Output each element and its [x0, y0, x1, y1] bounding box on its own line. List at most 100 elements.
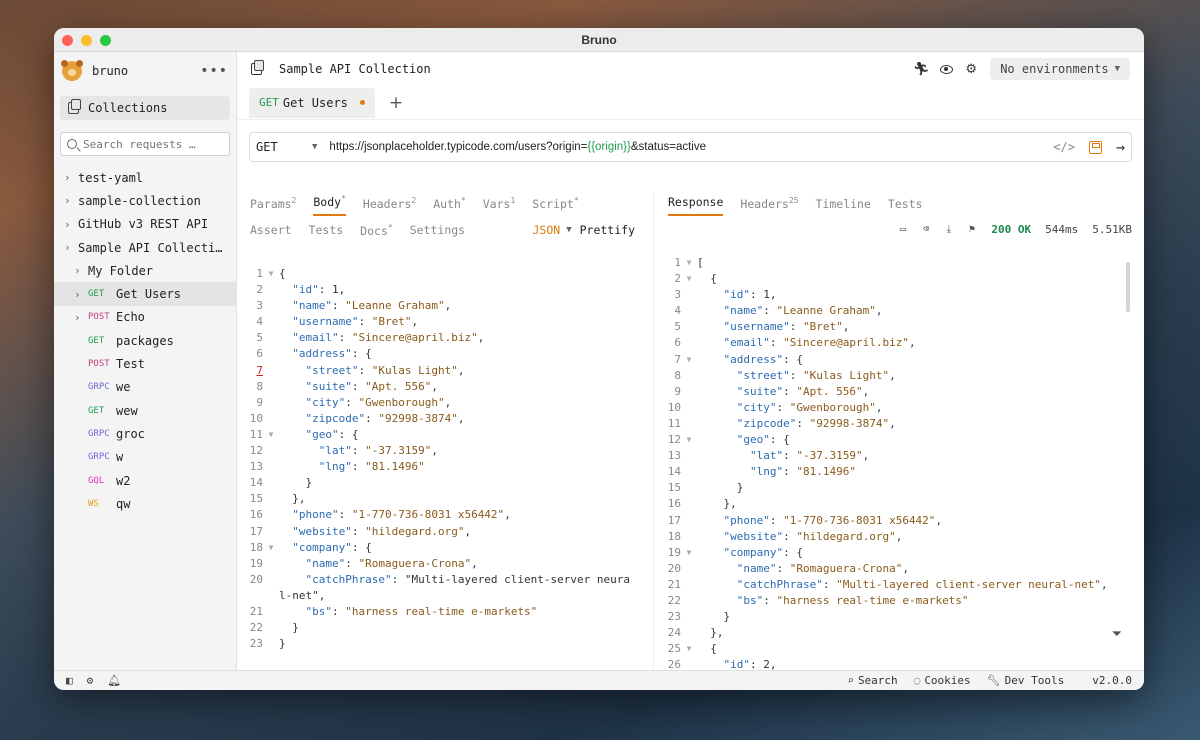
workspace-header[interactable]: bruno ••• [54, 52, 236, 90]
code-line: 2 "id": 1, [237, 282, 653, 298]
environment-select[interactable]: No environments ▼ [990, 58, 1130, 80]
tab-timeline[interactable]: Timeline [816, 197, 871, 216]
sidebar-item[interactable]: ›GRPCgroc [54, 422, 236, 445]
tab-get-users[interactable]: GET Get Users [249, 87, 375, 118]
prettify-button[interactable]: Prettify [580, 223, 635, 237]
layout-icon[interactable]: ▭ [897, 224, 908, 235]
more-options-icon[interactable]: ••• [200, 63, 228, 79]
tab-headers[interactable]: Headers2 [363, 196, 416, 216]
tab-params[interactable]: Params2 [250, 196, 296, 216]
tab-headers[interactable]: Headers25 [740, 196, 798, 216]
tab-tests[interactable]: Tests [888, 197, 923, 216]
code-text: }, [697, 626, 724, 640]
sidebar-item-label: we [116, 380, 131, 395]
fold-toggle-icon[interactable]: ▼ [681, 271, 697, 287]
sidebar-item[interactable]: ›WSqw [54, 492, 236, 515]
tab-tests[interactable]: Tests [309, 223, 344, 238]
cookies-button[interactable]: ◌ Cookies [914, 674, 971, 687]
fold-toggle-icon [681, 400, 697, 416]
devtools-button[interactable]: 🔧︎ Dev Tools [987, 674, 1065, 687]
chevron-right-icon: › [64, 171, 71, 185]
sidebar-item[interactable]: › test-yaml [54, 166, 236, 189]
fold-toggle-icon[interactable]: ▼ [263, 427, 279, 443]
response-scrollbar[interactable] [1126, 262, 1130, 312]
search-icon [67, 139, 77, 149]
sidebar-item[interactable]: › POST Echo [54, 306, 236, 329]
fold-toggle-icon [681, 513, 697, 529]
sidebar-item[interactable]: › GitHub v3 REST API [54, 213, 236, 236]
add-tab-button[interactable]: + [389, 93, 403, 113]
fold-toggle-icon [263, 411, 279, 427]
sidebar: bruno ••• Collections › test-yaml › sample-… [54, 52, 237, 670]
line-number: 5 [674, 320, 681, 334]
fold-toggle-icon [263, 556, 279, 572]
search-input[interactable] [83, 137, 223, 151]
line-number: 9 [256, 395, 263, 409]
tab-script[interactable]: Script* [532, 196, 578, 216]
settings-icon[interactable]: ⚙ [87, 674, 94, 687]
sidebar-item[interactable]: ›POSTTest [54, 352, 236, 375]
sidebar-item[interactable]: ›GRPCw [54, 446, 236, 469]
sidebar-item[interactable]: ›GQLw2 [54, 469, 236, 492]
maximize-window-button[interactable] [100, 35, 111, 46]
sidebar-item[interactable]: › GET Get Users [54, 282, 236, 306]
sidebar-item[interactable]: ›GETwew [54, 399, 236, 422]
runner-icon[interactable]: 🏃︎ [913, 62, 930, 77]
fold-toggle-icon[interactable]: ▼ [681, 352, 697, 368]
fold-toggle-icon[interactable]: ▼ [681, 641, 697, 657]
sidebar-item-label: packages [116, 333, 174, 348]
sidebar-item[interactable]: ›GRPCwe [54, 376, 236, 399]
line-number: 23 [667, 610, 681, 624]
generate-code-icon[interactable]: </> [1053, 140, 1075, 154]
bookmark-icon[interactable]: ⚑ [966, 224, 977, 235]
fold-toggle-icon[interactable]: ▼ [681, 545, 697, 561]
status-bar-right: ⌕ Search ◌ Cookies 🔧︎ Dev Tools v2.0.0 [831, 674, 1132, 687]
tab-assert[interactable]: Assert [250, 223, 292, 238]
body-mode-select[interactable]: JSON ▼ [532, 223, 579, 237]
chevron-down-icon[interactable]: ▼ [312, 142, 317, 152]
cookie-icon: ◌ [913, 674, 921, 687]
request-body-editor[interactable]: 1 ▼{2 "id": 1, 3 "name": "Leanne Graham", 4… [237, 266, 653, 652]
code-line: 20 "name": "Romaguera-Crona", [655, 561, 1124, 577]
tab-settings[interactable]: Settings [410, 223, 465, 238]
close-window-button[interactable] [62, 35, 73, 46]
fold-toggle-icon[interactable]: ▼ [263, 266, 279, 282]
sidebar-item[interactable]: › My Folder [54, 259, 236, 282]
search-button[interactable]: ⌕ Search [847, 674, 897, 687]
minimize-window-button[interactable] [81, 35, 92, 46]
fold-toggle-icon [263, 572, 279, 588]
code-text: "name": "Romaguera-Crona", [736, 561, 909, 575]
code-text: } [279, 476, 313, 490]
fold-toggle-icon[interactable]: ▼ [681, 255, 697, 271]
method-select[interactable]: GET [256, 140, 312, 154]
search-requests[interactable] [60, 132, 230, 156]
download-icon[interactable]: ⤓ [943, 224, 954, 235]
line-number: 21 [249, 604, 263, 618]
tab-auth[interactable]: Auth* [433, 196, 466, 216]
url-input[interactable]: https://jsonplaceholder.typicode.com/use… [329, 141, 1053, 153]
sidebar-item[interactable]: › Sample API Collecti… [54, 236, 236, 259]
tab-docs[interactable]: Docs* [360, 223, 393, 238]
sidebar-item[interactable]: › sample-collection [54, 189, 236, 212]
toggle-sidebar-icon[interactable]: ◧ [66, 674, 73, 687]
tab-response[interactable]: Response [668, 195, 724, 216]
collections-button[interactable]: Collections [60, 96, 230, 120]
method-badge: GRPC [88, 452, 110, 463]
send-request-icon[interactable]: → [1116, 138, 1125, 156]
bell-icon[interactable]: 🔔︎ [107, 674, 121, 687]
sidebar-item[interactable]: ›GETpackages [54, 329, 236, 352]
code-line: 18 "website": "hildegard.org", [655, 529, 1124, 545]
sidebar-item-label: wew [116, 403, 138, 418]
gear-icon[interactable]: ⚙ [964, 62, 978, 77]
tab-vars[interactable]: Vars1 [483, 196, 516, 216]
clear-icon[interactable]: ⌫ [920, 224, 931, 235]
code-line: 17 "phone": "1-770-736-8031 x56442", [655, 513, 1124, 529]
eye-icon[interactable] [939, 62, 953, 76]
tab-body[interactable]: Body* [313, 194, 346, 216]
save-icon[interactable] [1088, 140, 1102, 154]
fold-toggle-icon[interactable]: ▼ [681, 432, 697, 448]
line-number: 8 [674, 368, 681, 382]
fold-toggle-icon[interactable]: ▼ [263, 540, 279, 556]
filter-icon[interactable]: ⏷ [1112, 627, 1122, 642]
method-badge: GET [88, 405, 105, 416]
